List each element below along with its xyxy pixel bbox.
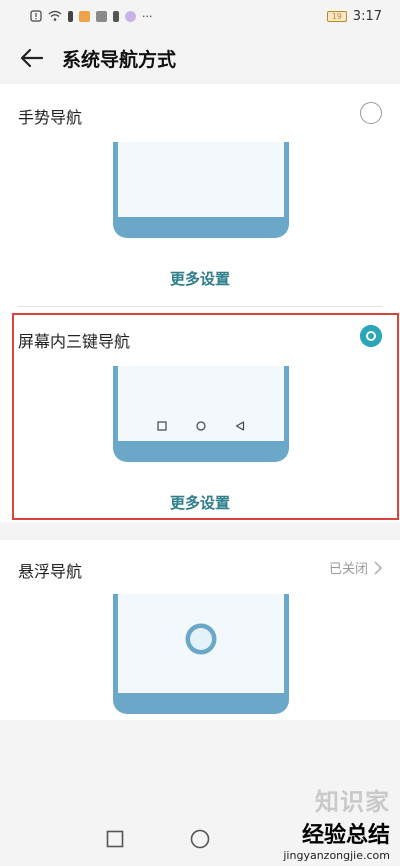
option-gesture-navigation[interactable]: 手势导航 更多设置 bbox=[0, 84, 400, 310]
phone-chin bbox=[118, 693, 284, 709]
watermark-url: jingyanzongjie.com bbox=[283, 849, 390, 862]
wifi-icon bbox=[48, 10, 62, 21]
phone-chin bbox=[118, 441, 284, 457]
chevron-right-icon bbox=[374, 560, 382, 575]
app-gray-icon bbox=[96, 10, 107, 22]
app-dark-icon bbox=[113, 10, 119, 22]
back-button[interactable] bbox=[18, 44, 46, 72]
recent-apps-icon[interactable] bbox=[106, 830, 124, 848]
option-floating-navigation[interactable]: 悬浮导航 已关闭 bbox=[0, 540, 400, 720]
radio-button[interactable] bbox=[360, 102, 382, 124]
battery-icon: 19 bbox=[326, 10, 347, 22]
floating-dock-icon bbox=[185, 623, 217, 655]
status-text: 已关闭 bbox=[328, 562, 368, 577]
option-three-key-navigation[interactable]: 屏幕内三键导航 更多设置 bbox=[0, 310, 400, 522]
watermark-faint-text: 知识家 bbox=[315, 788, 390, 816]
watermark-brand: 经验总结 bbox=[301, 823, 390, 848]
option-status: 已关闭 bbox=[329, 558, 382, 577]
clock: 3:17 bbox=[352, 8, 382, 24]
arrow-left-icon bbox=[20, 48, 44, 68]
app-header: 系统导航方式 bbox=[0, 32, 400, 84]
status-bar: ··· 19 3:17 bbox=[0, 0, 400, 32]
option-label: 悬浮导航 bbox=[18, 562, 83, 581]
more-settings-link[interactable]: 更多设置 bbox=[0, 492, 400, 513]
page-title: 系统导航方式 bbox=[62, 48, 177, 71]
screen: ··· 19 3:17 系统导航方式 手势导航 更多设置 屏幕内三键导航 更多设… bbox=[0, 0, 400, 866]
option-label: 屏幕内三键导航 bbox=[18, 332, 131, 351]
sim-icon bbox=[68, 10, 73, 22]
alert-icon bbox=[30, 10, 42, 22]
phone-illustration bbox=[113, 594, 289, 714]
square-icon bbox=[157, 421, 167, 431]
home-icon[interactable] bbox=[190, 829, 210, 849]
phone-chin bbox=[118, 217, 284, 233]
circle-icon bbox=[196, 421, 206, 431]
divider bbox=[18, 306, 382, 307]
status-right: 19 3:17 bbox=[326, 8, 382, 24]
radio-button-selected[interactable] bbox=[360, 325, 382, 347]
system-nav-bar: 知识家 经验总结 jingyanzongjie.com bbox=[0, 788, 400, 866]
option-label: 手势导航 bbox=[18, 108, 83, 127]
triangle-back-icon bbox=[235, 421, 245, 431]
watermark: 知识家 经验总结 jingyanzongjie.com bbox=[283, 782, 390, 862]
more-notifications: ··· bbox=[142, 9, 153, 23]
status-icons: ··· bbox=[30, 10, 153, 23]
app-orange-icon bbox=[79, 10, 90, 22]
phone-illustration bbox=[113, 366, 289, 462]
more-settings-link[interactable]: 更多设置 bbox=[0, 268, 400, 289]
phone-illustration bbox=[113, 142, 289, 238]
app-purple-icon bbox=[125, 10, 136, 22]
